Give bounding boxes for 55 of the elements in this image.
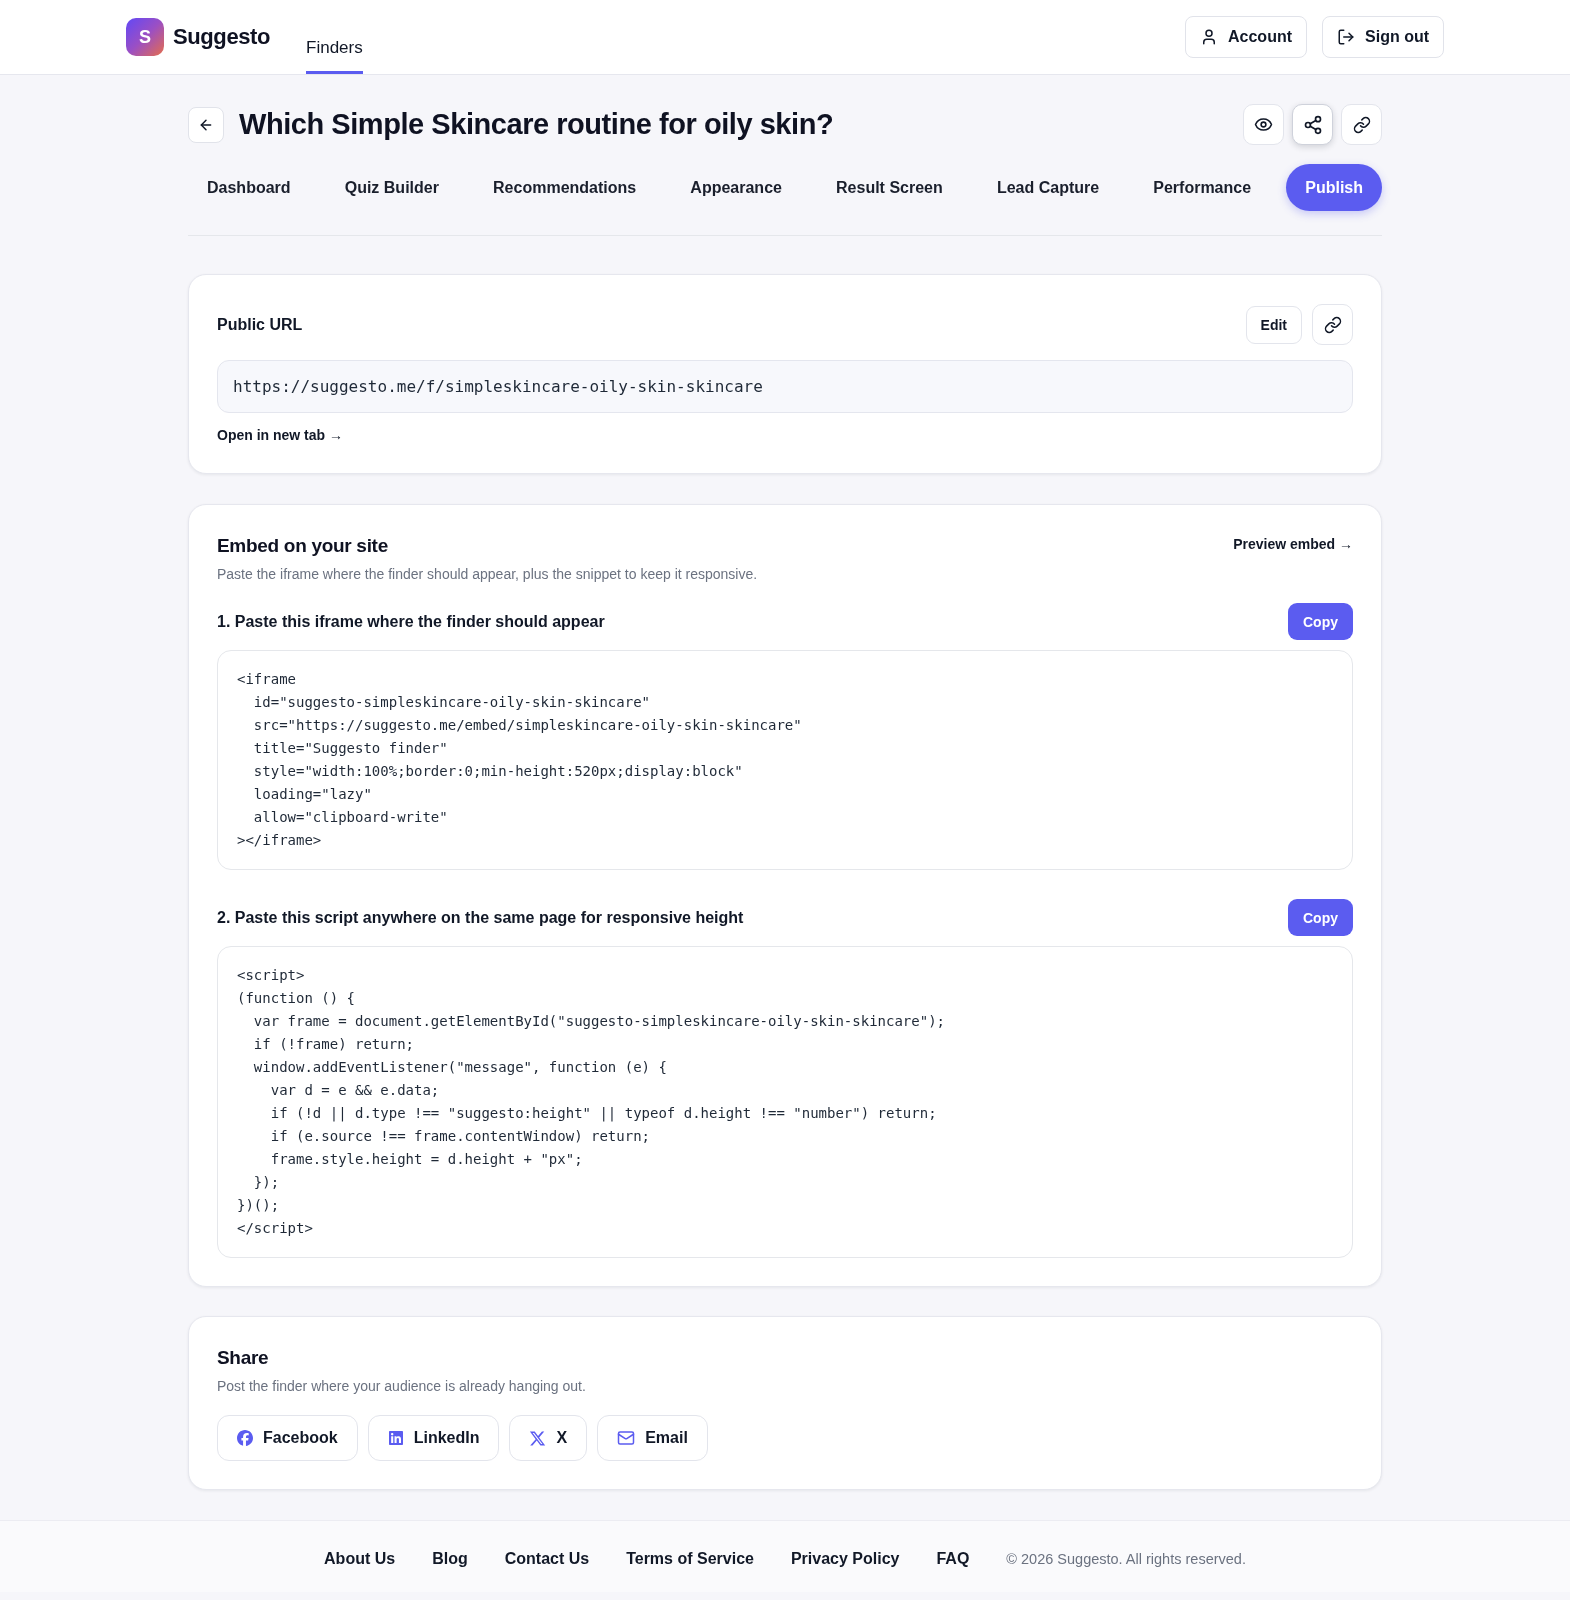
account-button[interactable]: Account xyxy=(1185,16,1307,58)
footer-link[interactable]: About Us xyxy=(324,1548,396,1570)
eye-icon xyxy=(1254,115,1273,134)
facebook-share-button[interactable]: Facebook xyxy=(217,1415,358,1461)
page-title: Which Simple Skincare routine for oily skin? xyxy=(239,108,834,141)
section-label: Public URL xyxy=(217,315,303,334)
tab[interactable]: Appearance xyxy=(671,164,801,211)
linkedin-share-button[interactable]: LinkedIn xyxy=(367,1415,500,1461)
step-label: 1. Paste this iframe where the finder should appear xyxy=(217,612,605,631)
facebook-icon xyxy=(237,1430,253,1446)
footer-link[interactable]: Terms of Service xyxy=(626,1548,754,1570)
user-icon xyxy=(1200,28,1218,46)
copy-link-button[interactable] xyxy=(1312,304,1353,345)
tab[interactable]: Quiz Builder xyxy=(325,164,458,211)
linkedin-icon xyxy=(387,1430,404,1446)
footer-link[interactable]: Contact Us xyxy=(504,1548,590,1570)
card-title: Share xyxy=(217,1346,270,1370)
preview-button[interactable] xyxy=(1243,104,1284,145)
footer-link[interactable]: Blog xyxy=(432,1548,468,1570)
tab[interactable]: Performance xyxy=(1134,164,1271,211)
code-block: <script> (function () { var frame = document.getElementById("suggesto-simpleskincare-oily-skin-skincare"); if (!frame) return; window.addEventListener("message", function (e) { var d = e && e.data; if (!d || d.type !== "suggesto:height" || typeof d.height !== "number") return; if (e.source !== frame.contentWindow) return; frame.style.height = d.height + "px"; }); })(); </script> xyxy=(217,946,1353,1258)
share-icon xyxy=(1302,114,1323,135)
logo: S xyxy=(126,18,164,56)
link-icon xyxy=(1323,315,1342,334)
email-share-button[interactable]: Email xyxy=(597,1415,708,1461)
preview-embed-link[interactable]: Preview embed → xyxy=(1233,534,1353,554)
x-icon xyxy=(529,1429,547,1447)
step-label: 2. Paste this script anywhere on the same page for responsive height xyxy=(217,908,744,927)
edit-button[interactable]: Edit xyxy=(1245,305,1302,344)
code-block: <iframe id="suggesto-simpleskincare-oily-skin-skincare" src="https://suggesto.me/embed/simpleskincare-oily-skin-skincare" title="Suggesto finder" style="width:100%;border:0;min-height:520px;display:block" loading="lazy" allow="clipboard-write" ></iframe> xyxy=(217,650,1353,870)
tab[interactable]: Lead Capture xyxy=(977,164,1119,211)
tab[interactable]: Publish xyxy=(1286,164,1382,211)
back-button[interactable] xyxy=(188,106,224,143)
footer-link[interactable]: Privacy Policy xyxy=(790,1548,900,1570)
nav-tab[interactable]: Finders xyxy=(306,0,363,74)
copy-button[interactable]: Copy xyxy=(1288,603,1353,640)
card-title: Embed on your site xyxy=(217,534,388,558)
share-button[interactable] xyxy=(1292,104,1333,145)
mail-icon xyxy=(617,1429,636,1447)
card-description: Paste the iframe where the finder should appear, plus the snippet to keep it responsive. xyxy=(217,565,759,584)
sign-out-icon xyxy=(1337,28,1355,46)
footer-link[interactable]: FAQ xyxy=(936,1548,970,1570)
url-field[interactable]: https://suggesto.me/f/simpleskincare-oily-skin-skincare xyxy=(217,360,1353,413)
copy-link-button[interactable] xyxy=(1341,104,1382,145)
copyright-text: © 2026 Suggesto. All rights reserved. xyxy=(1006,1550,1246,1569)
link-icon xyxy=(1352,115,1371,134)
brand-name: Suggesto xyxy=(173,24,271,50)
open-in-new-tab-link[interactable]: Open in new tab → xyxy=(217,425,343,445)
card-description: Post the finder where your audience is already hanging out. xyxy=(217,1377,587,1396)
sign-out-button[interactable]: Sign out xyxy=(1322,16,1444,58)
tab[interactable]: Dashboard xyxy=(188,164,310,211)
tab[interactable]: Recommendations xyxy=(474,164,656,211)
x-share-button[interactable]: X xyxy=(509,1415,588,1461)
tab[interactable]: Result Screen xyxy=(817,164,962,211)
copy-button[interactable]: Copy xyxy=(1288,899,1353,936)
